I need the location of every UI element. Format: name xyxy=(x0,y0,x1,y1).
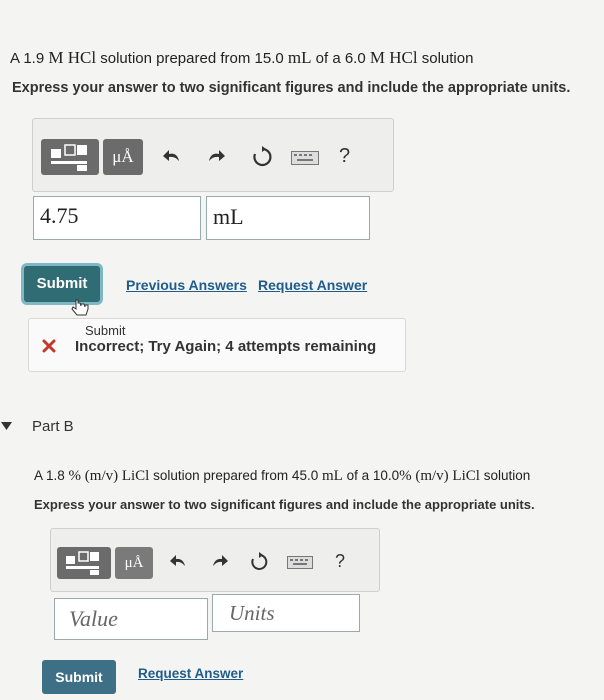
keyboard-icon[interactable] xyxy=(287,556,313,569)
part-b-math-toolbar: μÅ ? xyxy=(50,528,380,592)
question-mid: solution prepared from 15.0 xyxy=(96,50,288,67)
units-placeholder: Units xyxy=(229,601,275,625)
request-answer-link[interactable]: Request Answer xyxy=(258,277,367,293)
undo-icon[interactable] xyxy=(161,147,183,167)
question-prefix: A 1.8 xyxy=(34,468,69,483)
submit-label: Submit xyxy=(55,669,103,685)
question-mid2: of a 10.0 xyxy=(342,468,400,483)
question-formula: M HCl xyxy=(48,48,97,67)
part-b-submit-button[interactable]: Submit xyxy=(42,660,116,694)
part-a-value-input[interactable]: 4.75 xyxy=(33,196,201,240)
feedback-title: Submit xyxy=(85,323,126,338)
mu-label: μÅ xyxy=(112,147,134,166)
previous-answers-link[interactable]: Previous Answers xyxy=(126,277,247,293)
part-a-units-input[interactable]: mL xyxy=(206,196,370,240)
feedback-panel: Submit Incorrect; Try Again; 4 attempts … xyxy=(28,318,406,372)
part-a-math-toolbar: μÅ ? xyxy=(32,118,394,192)
question-unit: mL xyxy=(287,48,312,67)
question-formula-2: M HCl xyxy=(369,48,418,67)
question-mid: solution prepared from 45.0 xyxy=(149,468,322,483)
feedback-message: Incorrect; Try Again; 4 attempts remaini… xyxy=(75,338,377,355)
collapse-triangle-icon[interactable] xyxy=(0,420,14,432)
value-text: 4.75 xyxy=(40,203,79,228)
templates-icon[interactable] xyxy=(41,139,99,175)
mu-label: μÅ xyxy=(124,555,144,571)
part-b-heading[interactable]: Part B xyxy=(32,418,74,435)
help-icon[interactable]: ? xyxy=(335,551,345,572)
part-b-instruction: Express your answer to two significant f… xyxy=(34,497,535,512)
units-symbols-button[interactable]: μÅ xyxy=(115,547,153,579)
part-a-submit-button[interactable]: Submit xyxy=(24,266,100,302)
part-a-question: A 1.9 M HCl solution prepared from 15.0 … xyxy=(10,48,600,68)
part-b-units-input[interactable]: Units xyxy=(212,594,360,632)
part-b-value-input[interactable]: Value xyxy=(54,598,208,640)
part-a-instruction: Express your answer to two significant f… xyxy=(12,80,571,96)
error-x-icon xyxy=(42,339,56,353)
request-answer-link[interactable]: Request Answer xyxy=(138,666,243,681)
question-suffix: solution xyxy=(417,50,474,67)
value-placeholder: Value xyxy=(69,606,118,631)
help-label: ? xyxy=(339,145,351,167)
templates-glyph xyxy=(66,551,99,575)
question-unit: mL xyxy=(321,468,343,484)
reset-icon[interactable] xyxy=(249,552,269,572)
templates-glyph xyxy=(51,144,87,171)
keyboard-icon[interactable] xyxy=(291,151,319,165)
reset-icon[interactable] xyxy=(251,146,273,168)
question-pct: % (m/v) LiCl xyxy=(68,468,150,484)
question-prefix: A 1.9 xyxy=(10,50,49,67)
question-mid2: of a 6.0 xyxy=(311,50,370,67)
units-text: mL xyxy=(213,204,244,229)
hand-cursor-icon xyxy=(71,299,89,316)
part-b-question: A 1.8 % (m/v) LiCl solution prepared fro… xyxy=(34,468,530,485)
help-icon[interactable]: ? xyxy=(339,145,350,168)
units-symbols-button[interactable]: μÅ xyxy=(103,139,143,175)
undo-icon[interactable] xyxy=(169,553,189,571)
redo-icon[interactable] xyxy=(205,147,227,167)
question-pct-2: % (m/v) LiCl xyxy=(399,468,480,484)
help-label: ? xyxy=(335,551,346,571)
templates-icon[interactable] xyxy=(57,547,111,579)
submit-label: Submit xyxy=(36,275,88,292)
redo-icon[interactable] xyxy=(209,553,229,571)
question-suffix: solution xyxy=(479,468,531,483)
